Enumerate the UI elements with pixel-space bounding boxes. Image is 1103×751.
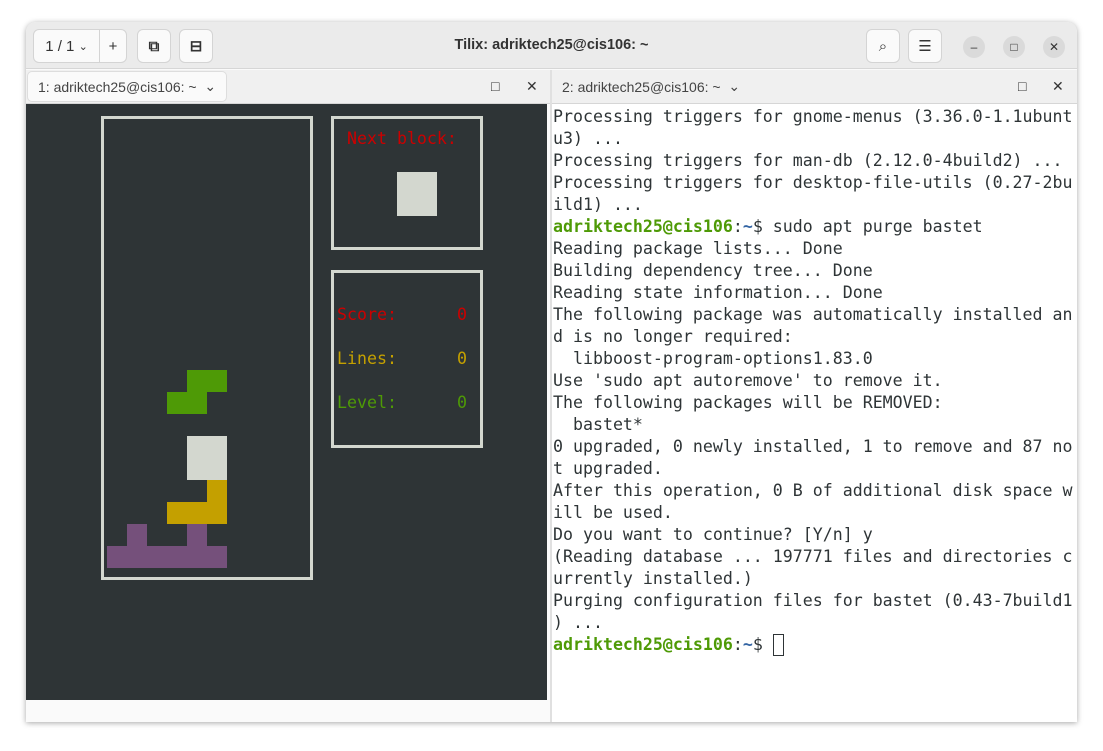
maximize-pane-icon[interactable]: □ <box>491 78 499 94</box>
output-line: t upgraded. <box>553 459 663 478</box>
output-line: Reading package lists... Done <box>553 239 843 258</box>
close-button[interactable]: ✕ <box>1043 36 1065 58</box>
output-line: (Reading database ... 197771 files and d… <box>553 547 1073 566</box>
pane2-title-tab[interactable]: 2: adriktech25@cis106: ~ ⌄ <box>552 71 750 102</box>
output-line: Purging configuration files for bastet (… <box>553 591 1073 610</box>
search-button[interactable]: ⌕ <box>866 29 900 63</box>
lines-label: Lines: <box>337 349 397 368</box>
output-line: bastet* <box>553 415 643 434</box>
maximize-pane-icon[interactable]: □ <box>1018 78 1026 94</box>
hamburger-icon: ☰ <box>918 38 932 55</box>
output-line: Building dependency tree... Done <box>553 261 873 280</box>
close-icon: ✕ <box>1048 40 1060 54</box>
menu-button[interactable]: ☰ <box>908 29 942 63</box>
output-line: d is no longer required: <box>553 327 793 346</box>
final-prompt-line: adriktech25@cis106:~$ <box>553 634 1073 656</box>
search-icon: ⌕ <box>878 37 888 55</box>
output-line: ) ... <box>553 613 603 632</box>
close-pane-icon[interactable]: ✕ <box>1052 78 1064 95</box>
level-label: Level: <box>337 393 397 412</box>
terminal-pane-1[interactable]: Next block: Score: 0 Lines: 0 Level: 0 <box>26 104 547 700</box>
output-line: ild1) ... <box>553 195 643 214</box>
pane2-titlebar: 2: adriktech25@cis106: ~ ⌄ □ ✕ <box>552 70 1077 104</box>
output-line: The following packages will be REMOVED: <box>553 393 943 412</box>
terminal-output: Processing triggers for gnome-menus (3.3… <box>553 106 1073 656</box>
lines-value: 0 <box>457 349 467 368</box>
header-bar: 1 / 1 ⌄ + ⧉ ⊟ Tilix: adriktech25@cis106:… <box>26 22 1077 69</box>
pane1-title-tab[interactable]: 1: adriktech25@cis106: ~ ⌄ <box>27 71 228 102</box>
next-block-label: Next block: <box>347 129 457 148</box>
score-value: 0 <box>457 305 467 324</box>
output-line: libboost-program-options1.83.0 <box>553 349 873 368</box>
output-line: urrently installed.) <box>553 569 753 588</box>
output-line: 0 upgraded, 0 newly installed, 1 to remo… <box>553 437 1073 456</box>
output-line: Processing triggers for desktop-file-uti… <box>553 173 1073 192</box>
pane1-titlebar: 1: adriktech25@cis106: ~ ⌄ □ ✕ <box>26 70 550 104</box>
score-label: Score: <box>337 305 397 324</box>
purple-piece <box>107 546 227 568</box>
output-line: The following package was automatically … <box>553 305 1073 324</box>
output-line: Processing triggers for gnome-menus (3.3… <box>553 107 1073 126</box>
white-o-piece <box>187 436 227 480</box>
green-s-piece <box>187 370 227 392</box>
output-line: Processing triggers for man-db (2.12.0-4… <box>553 151 1063 170</box>
close-pane-icon[interactable]: ✕ <box>526 78 538 95</box>
command-line: adriktech25@cis106:~$ sudo apt purge bas… <box>553 217 983 236</box>
output-line: u3) ... <box>553 129 623 148</box>
terminal-cursor <box>772 634 784 656</box>
minimize-button[interactable]: – <box>963 36 985 58</box>
yellow-j-piece <box>207 480 227 502</box>
output-line: Reading state information... Done <box>553 283 883 302</box>
purple-piece <box>127 524 147 546</box>
level-value: 0 <box>457 393 467 412</box>
output-line: Do you want to continue? [Y/n] y <box>553 525 873 544</box>
output-line: ill be used. <box>553 503 673 522</box>
output-line: Use 'sudo apt autoremove' to remove it. <box>553 371 943 390</box>
output-line: After this operation, 0 B of additional … <box>553 481 1073 500</box>
purple-piece <box>187 524 207 546</box>
tilix-window: 1 / 1 ⌄ + ⧉ ⊟ Tilix: adriktech25@cis106:… <box>26 22 1077 722</box>
next-block-piece <box>397 172 437 216</box>
chevron-down-icon: ⌄ <box>728 78 741 94</box>
maximize-icon: □ <box>1010 40 1018 54</box>
terminal-pane-2[interactable]: Processing triggers for gnome-menus (3.3… <box>552 104 1077 722</box>
yellow-j-piece <box>167 502 227 524</box>
green-s-piece <box>167 392 207 414</box>
minimize-icon: – <box>970 40 978 54</box>
chevron-down-icon: ⌄ <box>204 78 217 94</box>
maximize-button[interactable]: □ <box>1003 36 1025 58</box>
